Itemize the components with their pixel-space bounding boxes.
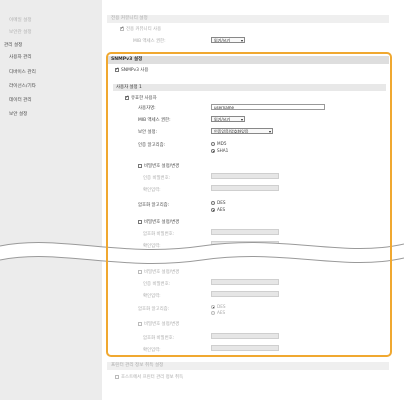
lower-auth-password-input[interactable] [211,279,279,285]
chevron-down-icon: ▾ [240,117,243,122]
sidebar-item-device-management[interactable]: 디바이스 관리 [9,69,36,75]
top-mib-select[interactable]: 읽기/쓰기 ▾ [211,37,245,43]
lower-set-change-password-checkbox[interactable] [138,270,142,274]
sidebar-item-data-management[interactable]: 데이터 관리 [9,97,32,103]
printer-info-section-title: 프린터 관리 정보 취득 설정 [107,362,389,370]
page-cut-divider [0,242,404,264]
dedicated-community-label: 전용 커뮤니티 사용 [126,27,162,32]
snmpv3-mib-value: 읽기/쓰기 [214,117,231,122]
snmpv3-section-title: SNMPv3 설정 [107,56,389,64]
lower-enc-aes-label: AES [217,310,226,315]
chevron-down-icon: ▾ [240,38,243,43]
set-change-enc-password-checkbox[interactable] [138,220,142,224]
valid-user-label: 유효한 사용자 [131,96,157,101]
lower-set-change-password-label: 비밀번호 설정/변경 [144,270,180,275]
user-settings-1-header: 사용자 설정 1 [113,84,386,91]
sidebar-item-user-management[interactable]: 사용자 관리 [9,54,32,60]
printer-info-checkbox[interactable] [115,375,119,379]
lower-auth-confirm-label: 확인입력: [143,294,161,299]
lower-enc-confirm-label: 확인입력: [143,348,161,353]
sidebar-item-management[interactable]: 관리 설정 [4,42,22,48]
set-change-password-checkbox[interactable] [138,164,142,168]
lower-set-change-enc-password-checkbox[interactable] [138,322,142,326]
lower-enc-des-label: DES [217,304,226,309]
enc-des-label: DES [217,200,226,205]
printer-info-label: 호스트에서 프린터 관리 정보 취득 [121,375,184,380]
sidebar-item-security-admin[interactable]: 보안관 설정 [9,29,32,35]
snmpv3-use-label: SNMPv3 사용 [121,68,149,73]
username-label: 사용자명: [138,106,156,111]
community-section-title: 전용 커뮤니티 설정 [107,15,389,23]
enc-aes-label: AES [217,207,226,212]
snmpv3-use-checkbox[interactable] [115,67,119,72]
lower-enc-confirm-input[interactable] [211,345,279,351]
auth-md5-radio[interactable] [211,142,215,146]
sidebar [0,0,102,400]
set-change-enc-password-label: 비밀번호 설정/변경 [144,220,180,225]
username-input[interactable]: username [211,104,325,110]
sidebar-item-license[interactable]: 라이선스/기타 [9,83,36,89]
chevron-down-icon: ▾ [268,129,271,134]
set-change-password-label: 비밀번호 설정/변경 [144,164,180,169]
auth-sha1-label: SHA1 [217,148,229,153]
security-setting-value: 인증있음/암호화있음 [214,129,249,134]
auth-sha1-radio[interactable] [211,149,215,153]
lower-auth-confirm-input[interactable] [211,291,279,297]
snmpv3-mib-select[interactable]: 읽기/쓰기 ▾ [211,116,245,122]
sidebar-item-email[interactable]: 이메일 설정 [9,17,32,23]
lower-enc-password-label: 암호화 비밀번호: [143,336,175,341]
sidebar-item-security-settings[interactable]: 보안 설정 [9,111,27,117]
lower-enc-des-radio[interactable] [211,305,215,309]
top-mib-label: MIB 액세스 권한: [133,39,166,44]
top-mib-value: 읽기/쓰기 [214,38,231,43]
security-setting-select[interactable]: 인증있음/암호화있음 ▾ [211,128,273,134]
auth-md5-label: MD5 [217,141,227,146]
auth-confirm-label: 확인입력: [143,188,161,193]
lower-set-change-enc-password-label: 비밀번호 설정/변경 [144,322,180,327]
snmpv3-mib-label: MIB 액세스 권한: [138,118,171,123]
lower-enc-algorithm-label: 암호화 알고리즘: [138,307,170,312]
lower-auth-password-label: 인증 비밀번호: [143,282,171,287]
dedicated-community-checkbox[interactable] [120,26,124,31]
auth-confirm-input[interactable] [211,185,279,191]
lower-enc-aes-radio[interactable] [211,311,215,315]
auth-password-label: 인증 비밀번호: [143,176,171,181]
valid-user-checkbox[interactable] [125,95,129,100]
auth-password-input[interactable] [211,173,279,179]
security-setting-label: 보안 설정: [138,130,158,135]
lower-enc-password-input[interactable] [211,333,279,339]
enc-algorithm-label: 암호화 알고리즘: [138,203,170,208]
enc-des-radio[interactable] [211,201,215,205]
auth-algorithm-label: 인증 알고리즘: [138,143,166,148]
enc-aes-radio[interactable] [211,208,215,212]
